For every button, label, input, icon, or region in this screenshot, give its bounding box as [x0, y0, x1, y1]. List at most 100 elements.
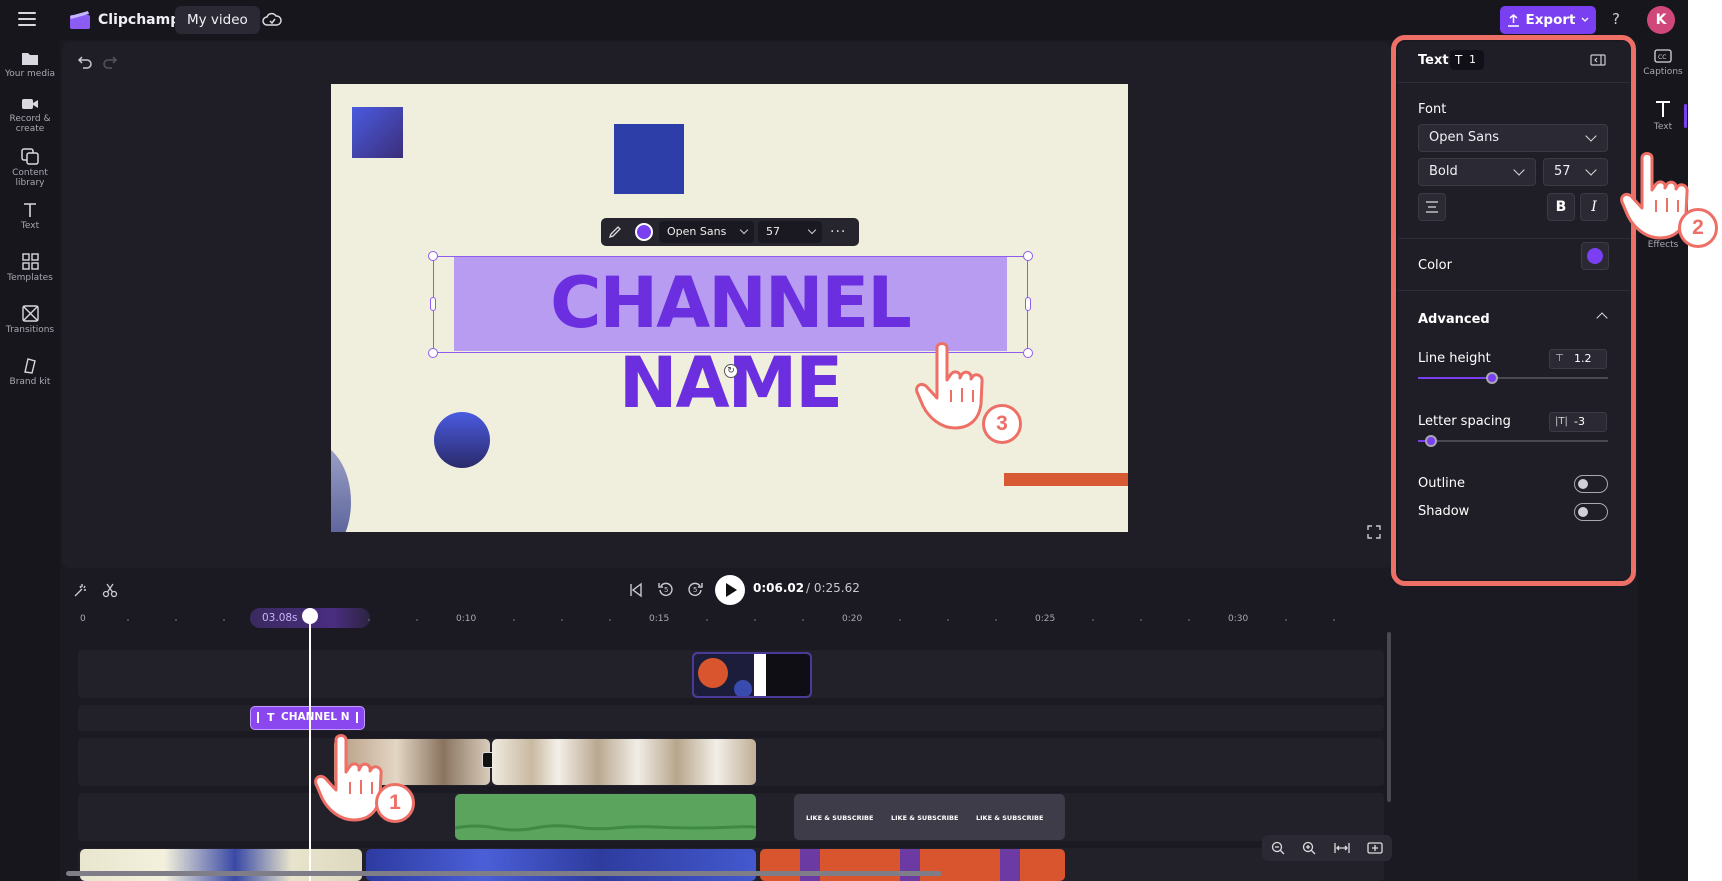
ruler-tick: [223, 619, 225, 621]
top-bar: Clipchamp My video Export ? K: [0, 0, 1688, 40]
clip-trim-handle-right[interactable]: [356, 712, 358, 723]
ruler-tick: [995, 619, 997, 621]
resize-handle-left[interactable]: [430, 297, 436, 311]
resize-handle-top-left[interactable]: [428, 251, 438, 261]
timeline-horizontal-scrollbar[interactable]: [66, 871, 942, 876]
like-subscribe-clip[interactable]: LIKE & SUBSCRIBE LIKE & SUBSCRIBE LIKE &…: [794, 794, 1065, 840]
slider-knob[interactable]: [1425, 435, 1438, 447]
rewind-5-button[interactable]: 5: [657, 580, 675, 598]
rail-active-indicator: [1684, 104, 1687, 128]
like-subscribe-thumb-text: LIKE & SUBSCRIBE: [806, 814, 874, 822]
font-weight-select[interactable]: Bold: [1418, 158, 1536, 186]
rail-captions[interactable]: CC Captions: [1638, 48, 1688, 77]
text-icon: [1656, 101, 1670, 117]
line-height-icon: ⊤: [1555, 353, 1564, 364]
add-track-icon[interactable]: [1367, 842, 1383, 854]
slider-knob[interactable]: [1486, 372, 1499, 384]
resize-handle-right[interactable]: [1025, 297, 1031, 311]
italic-button[interactable]: I: [1580, 193, 1608, 221]
shadow-label: Shadow: [1418, 504, 1470, 519]
resize-handle-bottom-right[interactable]: [1023, 348, 1033, 358]
background-clip-3[interactable]: [760, 849, 1065, 881]
blue-square-shape: [614, 124, 684, 194]
play-button[interactable]: [715, 575, 745, 605]
ruler-tick: [1285, 619, 1287, 621]
ruler-label: 0:20: [842, 614, 863, 624]
font-size-select[interactable]: 57: [1543, 158, 1608, 186]
magic-tool-icon[interactable]: [73, 582, 89, 598]
timeline-zoom-controls: [1262, 835, 1392, 861]
rotate-handle-icon[interactable]: ↻: [724, 364, 738, 378]
skip-to-start-icon[interactable]: [628, 582, 644, 598]
color-swatch-button[interactable]: [1581, 242, 1609, 270]
timeline-ruler[interactable]: 0 0:10 0:15 0:20 0:25 0:30: [62, 608, 1392, 628]
fullscreen-icon[interactable]: [1367, 525, 1381, 539]
audio-clip[interactable]: [455, 794, 756, 840]
nav-transitions[interactable]: Transitions: [0, 305, 60, 335]
nav-brand-kit[interactable]: Brand kit: [0, 357, 60, 387]
text-color-picker[interactable]: [635, 223, 653, 241]
bold-button[interactable]: B: [1547, 193, 1575, 221]
letter-spacing-slider[interactable]: [1418, 435, 1608, 447]
ruler-label: 0:25: [1035, 614, 1056, 624]
fit-to-screen-icon[interactable]: [1334, 842, 1350, 854]
split-scissors-icon[interactable]: [102, 582, 118, 598]
like-subscribe-thumb-text: LIKE & SUBSCRIBE: [891, 814, 959, 822]
background-clip-1[interactable]: [80, 849, 362, 881]
like-subscribe-thumb-text: LIKE & SUBSCRIBE: [976, 814, 1044, 822]
toolbar-size-value: 57: [766, 225, 780, 238]
video-preview-canvas[interactable]: Open Sans 57 ··· CHANNEL NAME ↻: [331, 84, 1128, 532]
line-height-slider[interactable]: [1418, 372, 1608, 384]
undo-icon[interactable]: [77, 54, 93, 70]
playhead-line[interactable]: [309, 614, 311, 881]
text-selection-box[interactable]: CHANNEL NAME: [428, 251, 1033, 423]
shapes-clip[interactable]: [692, 652, 812, 698]
svg-text:CC: CC: [1658, 54, 1666, 61]
nav-templates[interactable]: Templates: [0, 253, 60, 283]
nav-label: Templates: [7, 273, 53, 283]
ruler-tick: [1333, 619, 1335, 621]
help-icon[interactable]: ?: [1612, 10, 1620, 28]
text-clip[interactable]: T CHANNEL N: [250, 706, 365, 730]
timeline-vertical-scrollbar[interactable]: [1387, 632, 1391, 802]
nav-text[interactable]: Text: [0, 202, 60, 231]
line-height-input[interactable]: ⊤ 1.2: [1549, 349, 1607, 369]
rail-text[interactable]: Text: [1638, 100, 1688, 132]
font-family-select[interactable]: Open Sans: [1418, 124, 1608, 152]
app-name: Clipchamp: [98, 12, 181, 28]
outline-toggle[interactable]: [1574, 475, 1608, 493]
cloud-sync-icon[interactable]: [262, 11, 282, 29]
toolbar-size-select[interactable]: 57: [758, 221, 822, 243]
letter-spacing-icon: |T|: [1555, 416, 1568, 427]
letter-spacing-input[interactable]: |T| -3: [1549, 412, 1607, 432]
nav-your-media[interactable]: Your media: [0, 50, 60, 79]
forward-5-button[interactable]: 5: [686, 580, 704, 598]
zoom-in-icon[interactable]: [1302, 841, 1316, 855]
redo-icon[interactable]: [102, 54, 118, 70]
toolbar-font-select[interactable]: Open Sans: [659, 221, 754, 243]
background-clip-2[interactable]: [366, 849, 756, 881]
playhead-handle[interactable]: [302, 608, 318, 624]
divider: [1398, 82, 1630, 83]
resize-handle-top-right[interactable]: [1023, 251, 1033, 261]
text-align-button[interactable]: [1418, 193, 1446, 221]
export-button[interactable]: Export: [1500, 6, 1596, 34]
avatar[interactable]: K: [1647, 6, 1675, 34]
more-options-icon[interactable]: ···: [830, 224, 846, 240]
nav-label: Your media: [4, 69, 56, 79]
nav-record-create[interactable]: Record & create: [0, 97, 60, 134]
clip-trim-handle-left[interactable]: [257, 712, 259, 723]
page-margin: [1688, 0, 1722, 881]
shadow-toggle[interactable]: [1574, 503, 1608, 521]
project-name-tab[interactable]: My video: [175, 6, 260, 34]
video-clip-2[interactable]: [492, 739, 756, 785]
resize-handle-bottom-left[interactable]: [428, 348, 438, 358]
camera-icon: [22, 99, 38, 109]
edit-text-button[interactable]: [601, 218, 629, 246]
nav-content-library[interactable]: Content library: [0, 148, 60, 188]
color-swatch: [1587, 248, 1603, 264]
collapse-panel-icon[interactable]: [1590, 54, 1606, 66]
menu-icon[interactable]: [18, 12, 36, 26]
chevron-up-icon[interactable]: [1596, 312, 1608, 324]
zoom-out-icon[interactable]: [1271, 841, 1285, 855]
